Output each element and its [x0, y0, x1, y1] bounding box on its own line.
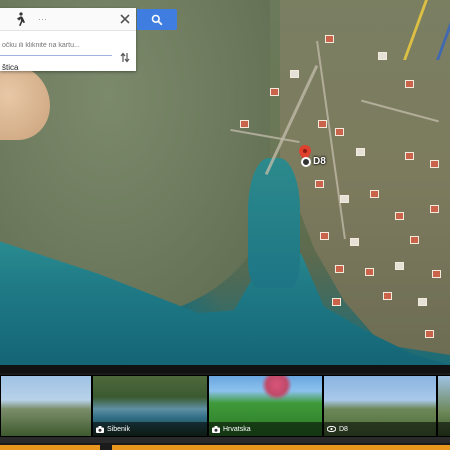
building: [315, 180, 324, 188]
photo-thumbnail[interactable]: D8: [323, 375, 437, 437]
building: [405, 80, 414, 88]
to-location-value[interactable]: štica: [2, 63, 18, 72]
camera-icon: [212, 425, 220, 433]
building: [405, 152, 414, 160]
accent-bar: [0, 445, 450, 450]
directions-panel: ··· štica: [0, 8, 136, 72]
photo-caption-text: D8: [339, 425, 348, 433]
bay-inlet: [248, 158, 300, 288]
photo-thumbnail[interactable]: Sibenik: [92, 375, 208, 437]
photo-caption: [1, 422, 91, 436]
strip-top-bar: [0, 365, 450, 373]
building: [365, 268, 374, 276]
from-location-input[interactable]: [2, 39, 110, 51]
building: [335, 265, 344, 273]
building: [425, 330, 434, 338]
photo-caption: D8: [324, 422, 436, 436]
building: [430, 160, 439, 168]
building: [325, 35, 334, 43]
walk-icon[interactable]: [14, 12, 26, 26]
strip-scrollbar[interactable]: [0, 437, 450, 443]
accent-bar-gap: [100, 445, 112, 450]
location-dot-icon: [301, 156, 311, 167]
building: [378, 52, 387, 60]
building: [432, 270, 441, 278]
travel-mode-row: ···: [0, 8, 136, 31]
building: [410, 236, 419, 244]
building: [340, 195, 349, 203]
search-icon: [151, 14, 163, 26]
photo-thumbnail[interactable]: [0, 375, 92, 437]
swap-icon[interactable]: [120, 52, 130, 63]
building: [290, 70, 299, 78]
building: [395, 212, 404, 220]
photo-caption: Hrvatska: [209, 422, 322, 436]
building: [332, 298, 341, 306]
building: [418, 298, 427, 306]
building: [335, 128, 344, 136]
marker-label[interactable]: D8: [301, 156, 326, 167]
building: [318, 120, 327, 128]
building: [430, 205, 439, 213]
building: [370, 190, 379, 198]
building: [395, 262, 404, 270]
street-view-icon: [327, 426, 336, 432]
photo-caption: Sibenik: [93, 422, 207, 436]
close-icon[interactable]: [118, 12, 132, 26]
building: [356, 148, 365, 156]
building: [270, 88, 279, 96]
search-button[interactable]: [137, 9, 177, 30]
photo-caption-text: Sibenik: [107, 425, 130, 433]
input-underline: [0, 55, 112, 56]
camera-icon: [96, 425, 104, 433]
photo-strip: Sibenik Hrvatska D8: [0, 365, 450, 450]
more-options-icon[interactable]: ···: [38, 14, 47, 24]
marker-label-text: D8: [313, 156, 326, 167]
building: [350, 238, 359, 246]
building: [383, 292, 392, 300]
photo-thumbnail[interactable]: Hrvatska: [208, 375, 323, 437]
building: [320, 232, 329, 240]
photo-caption-text: Hrvatska: [223, 425, 251, 433]
photo-caption: [438, 422, 450, 436]
building: [240, 120, 249, 128]
photo-thumbnail[interactable]: [437, 375, 450, 437]
